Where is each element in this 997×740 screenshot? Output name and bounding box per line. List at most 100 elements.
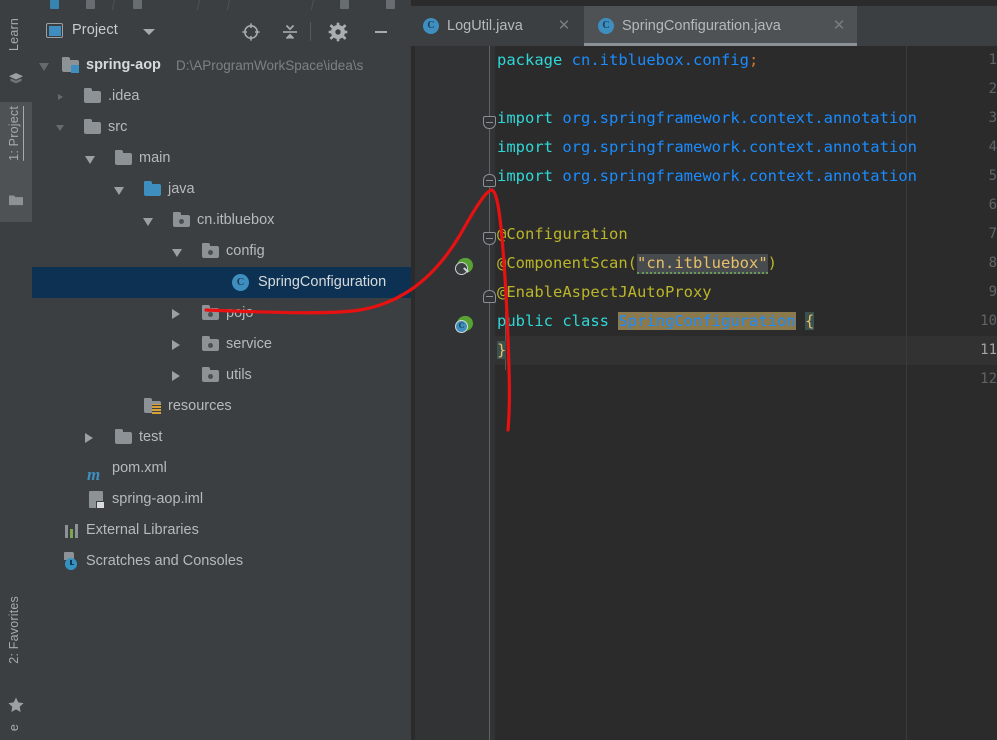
twisty-icon[interactable]	[172, 340, 180, 350]
editor-tab-bar: C LogUtil.java ✕ C SpringConfiguration.j…	[411, 6, 997, 46]
tool-tab-learn[interactable]: Learn	[0, 14, 32, 99]
code-line-10: public class SpringConfiguration {	[497, 307, 815, 336]
editor-tab-logutil[interactable]: C LogUtil.java ✕	[411, 6, 579, 46]
tool-tab-favorites[interactable]: 2: Favorites	[0, 592, 32, 712]
folder-icon	[8, 192, 24, 208]
tree-label: spring-aop.iml	[112, 491, 204, 507]
editor-area: C LogUtil.java ✕ C SpringConfiguration.j…	[411, 0, 997, 740]
code-fold-end-icon[interactable]	[483, 174, 496, 187]
toolbar-icon[interactable]	[133, 0, 142, 9]
tree-row-java[interactable]: java	[32, 174, 411, 205]
code-line-4: import org.springframework.context.annot…	[497, 133, 917, 162]
editor-tab-springconfiguration[interactable]: C SpringConfiguration.java ✕	[584, 6, 857, 46]
toolbar-icon[interactable]	[386, 0, 395, 9]
settings-button[interactable]	[328, 22, 348, 42]
java-class-icon: C	[598, 18, 614, 34]
tree-row-main[interactable]: main	[32, 143, 411, 174]
package-icon	[202, 336, 219, 352]
iml-file-icon	[89, 491, 105, 509]
project-tool-window: Project spring-aop D:\AProgramWorkSpace\…	[32, 14, 411, 740]
tree-row-spring-aop-iml[interactable]: spring-aop.iml	[32, 484, 411, 515]
code-editor[interactable]: 1 2 3 4 5 6 7 8 9 10 11 12 C package cn.…	[411, 46, 997, 740]
tool-tab-learn-label: Learn	[7, 18, 21, 51]
twisty-icon[interactable]	[172, 249, 182, 257]
code-token: "cn.itbluebox"	[637, 254, 768, 274]
toolbar-icon[interactable]	[340, 0, 349, 9]
tree-row-idea[interactable]: .idea	[32, 81, 411, 112]
close-icon[interactable]: ✕	[557, 6, 571, 46]
twisty-icon[interactable]	[39, 63, 49, 71]
code-token: )	[767, 254, 777, 272]
tree-row-spring-configuration[interactable]: C SpringConfiguration	[32, 267, 411, 298]
twisty-icon[interactable]	[114, 187, 124, 195]
twisty-icon[interactable]	[172, 371, 180, 381]
tree-row-spring-aop[interactable]: spring-aop D:\AProgramWorkSpace\idea\s	[32, 50, 411, 81]
twisty-icon[interactable]	[85, 433, 93, 443]
tree-row-pojo[interactable]: pojo	[32, 298, 411, 329]
tree-label: .idea	[108, 88, 140, 104]
project-panel-title: Project	[72, 22, 118, 38]
tree-row-scratches-and-consoles[interactable]: Scratches and Consoles	[32, 546, 411, 577]
toolbar-separator	[226, 0, 231, 10]
code-token: {	[805, 312, 815, 330]
tool-tab-project[interactable]: 1: Project	[0, 102, 32, 222]
tree-row-utils[interactable]: utils	[32, 360, 411, 391]
code-fold-start-icon[interactable]	[483, 116, 496, 129]
tree-row-config[interactable]: config	[32, 236, 411, 267]
code-fold-start-icon[interactable]	[483, 232, 496, 245]
close-icon[interactable]: ✕	[832, 6, 846, 46]
code-token: import	[497, 138, 553, 156]
twisty-icon[interactable]	[58, 94, 63, 100]
tree-label: spring-aop	[86, 57, 161, 73]
twisty-icon[interactable]	[143, 218, 153, 226]
spring-bean-search-icon[interactable]	[455, 256, 475, 276]
tree-label: External Libraries	[86, 522, 199, 538]
tree-label: utils	[226, 367, 252, 383]
left-tool-window-bar: Learn 1: Project 2: Favorites e	[0, 14, 33, 740]
twisty-icon[interactable]	[85, 156, 95, 164]
tree-row-external-libraries[interactable]: External Libraries	[32, 515, 411, 546]
tree-label: test	[139, 429, 163, 445]
hide-button[interactable]	[371, 22, 391, 42]
spring-bean-class-icon[interactable]: C	[455, 314, 475, 334]
toolbar-separator	[111, 0, 116, 10]
toolbar-separator	[196, 0, 201, 10]
folder-icon	[84, 88, 101, 104]
code-fold-end-icon[interactable]	[483, 290, 496, 303]
code-line-1: package cn.itbluebox.config;	[497, 46, 758, 75]
tree-label: cn.itbluebox	[197, 212, 275, 228]
package-icon	[173, 212, 190, 228]
tree-row-cn-itbluebox[interactable]: cn.itbluebox	[32, 205, 411, 236]
tree-label: Scratches and Consoles	[86, 553, 244, 569]
tree-row-test[interactable]: test	[32, 422, 411, 453]
select-opened-file-button[interactable]	[241, 22, 261, 42]
tree-row-src[interactable]: src	[32, 112, 411, 143]
code-text[interactable]: package cn.itbluebox.config; import org.…	[497, 46, 997, 740]
toolbar-icon[interactable]	[86, 0, 95, 9]
project-panel-header: Project	[32, 14, 411, 48]
tree-label: SpringConfiguration	[258, 274, 387, 290]
editor-gutter[interactable]	[415, 46, 495, 740]
collapse-all-button[interactable]	[280, 22, 300, 42]
idea-window: Learn 1: Project 2: Favorites e Project	[0, 0, 997, 740]
code-token: SpringConfiguration	[618, 312, 796, 330]
folder-icon	[115, 429, 132, 445]
code-line-11: }	[497, 336, 507, 365]
twisty-icon[interactable]	[56, 125, 64, 131]
tree-row-resources[interactable]: resources	[32, 391, 411, 422]
tree-row-service[interactable]: service	[32, 329, 411, 360]
tool-tab-partial[interactable]: e	[0, 722, 32, 740]
tree-row-pom-xml[interactable]: m pom.xml	[32, 453, 411, 484]
tree-label: main	[139, 150, 171, 166]
star-icon	[7, 696, 25, 714]
twisty-icon[interactable]	[172, 309, 180, 319]
source-folder-icon	[144, 181, 161, 197]
code-token: org.springframework.context.annotation	[562, 167, 917, 185]
toolbar-icon[interactable]	[50, 0, 59, 9]
chevron-down-icon[interactable]	[143, 29, 155, 35]
project-tree: spring-aop D:\AProgramWorkSpace\idea\s .…	[32, 50, 411, 577]
code-token: org.springframework.context.annotation	[562, 138, 917, 156]
code-token: org.springframework.context.annotation	[562, 109, 917, 127]
